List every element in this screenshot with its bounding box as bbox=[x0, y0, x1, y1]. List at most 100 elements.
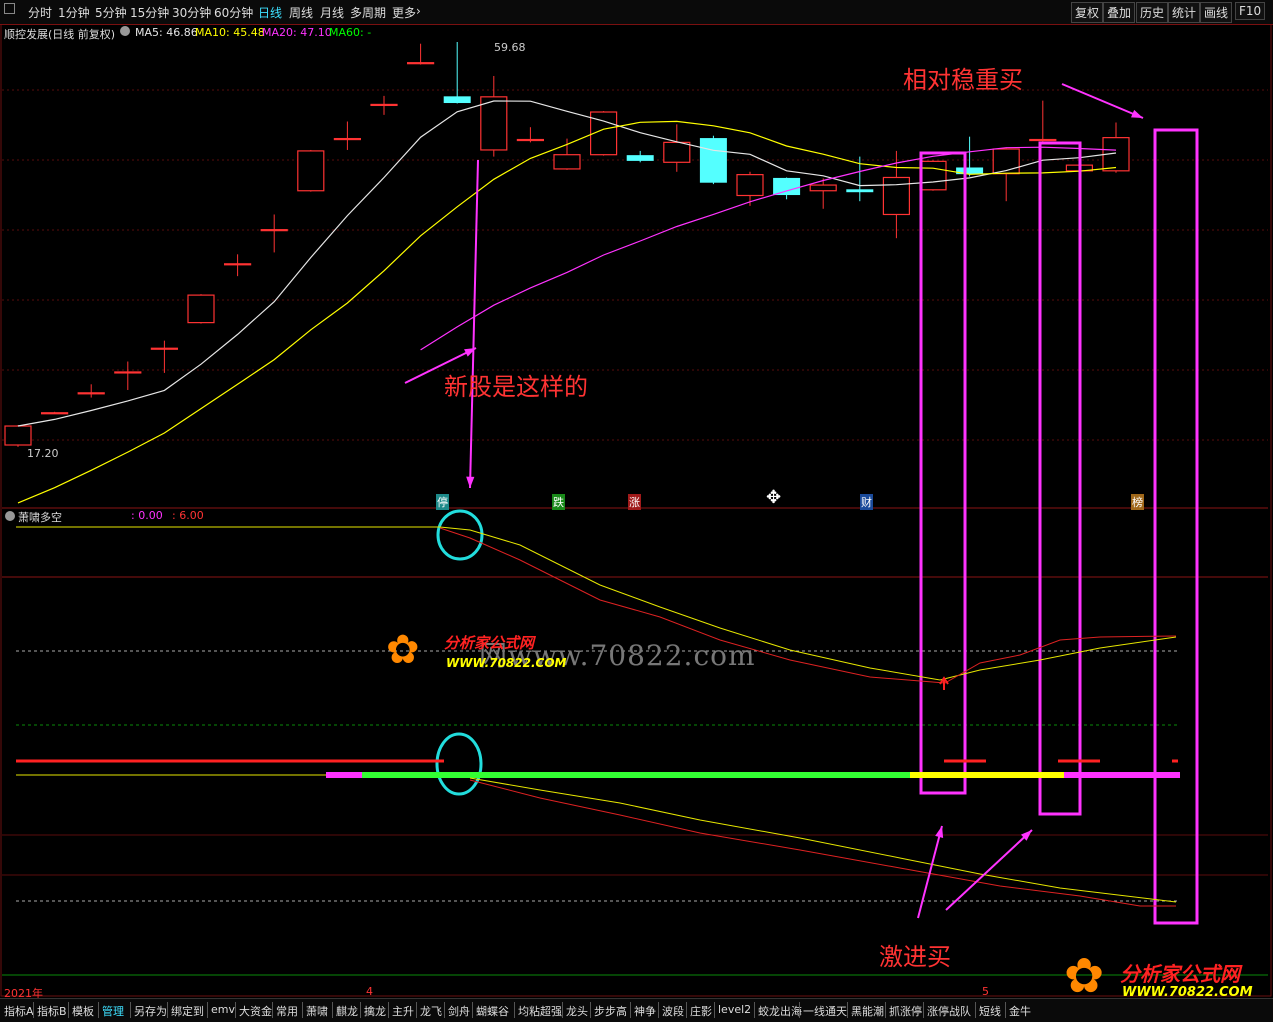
stats-button[interactable]: 统计 bbox=[1168, 2, 1201, 23]
tab-divider bbox=[416, 1002, 417, 1018]
tab-15[interactable]: 蝴蝶谷 bbox=[476, 1003, 509, 1019]
candle-body bbox=[224, 263, 252, 266]
watermark-site: 分析家公式网 bbox=[444, 634, 535, 652]
period-multi[interactable]: 多周期 bbox=[350, 4, 386, 21]
candle-body bbox=[40, 412, 69, 415]
period-more[interactable]: 更多 bbox=[392, 4, 416, 21]
period-1min[interactable]: 1分钟 bbox=[58, 4, 90, 21]
marker-rise[interactable]: 涨 bbox=[628, 494, 641, 510]
tab-21[interactable]: 庄影 bbox=[690, 1003, 712, 1019]
tab-12[interactable]: 主升 bbox=[392, 1003, 414, 1019]
period-15min[interactable]: 15分钟 bbox=[130, 4, 169, 21]
candle-body bbox=[443, 96, 471, 104]
tab-divider bbox=[975, 1002, 976, 1018]
ma20-line bbox=[420, 146, 1117, 351]
period-monthly[interactable]: 月线 bbox=[320, 4, 344, 21]
marker-fall[interactable]: 跌 bbox=[552, 494, 565, 510]
ma10-line bbox=[17, 120, 1117, 504]
tab-16[interactable]: 均粘超强 bbox=[518, 1003, 562, 1019]
tab-divider bbox=[686, 1002, 687, 1018]
candle-body bbox=[919, 160, 947, 191]
tab-19[interactable]: 神争 bbox=[634, 1003, 656, 1019]
tab-10[interactable]: 麒龙 bbox=[336, 1003, 358, 1019]
grid-icon[interactable] bbox=[4, 3, 15, 14]
tab-24[interactable]: 一线通天 bbox=[803, 1003, 847, 1019]
time-label-may: 5 bbox=[982, 985, 989, 998]
tab-29[interactable]: 金牛 bbox=[1009, 1003, 1031, 1019]
tab-5[interactable]: 绑定到 bbox=[171, 1003, 204, 1019]
tab-17[interactable]: 龙头 bbox=[566, 1003, 588, 1019]
tab-28[interactable]: 短线 bbox=[979, 1003, 1001, 1019]
indicator-settings-icon[interactable] bbox=[5, 511, 15, 521]
candle-body bbox=[333, 137, 361, 141]
highlight-circle bbox=[435, 732, 483, 796]
tab-1[interactable]: 指标B bbox=[37, 1003, 67, 1019]
tab-2[interactable]: 模板 bbox=[72, 1003, 94, 1019]
candle-body bbox=[809, 184, 837, 192]
marker-list[interactable]: 榜 bbox=[1131, 494, 1144, 510]
candle-body bbox=[1029, 138, 1057, 142]
candle-body bbox=[882, 176, 911, 216]
tab-divider bbox=[658, 1002, 659, 1018]
annotation-steady-buy: 相对稳重买 bbox=[903, 66, 1023, 94]
marker-halt[interactable]: 停 bbox=[436, 494, 449, 510]
tab-23[interactable]: 蛟龙出海 bbox=[758, 1003, 802, 1019]
history-button[interactable]: 历史 bbox=[1136, 2, 1169, 23]
candle-body bbox=[663, 141, 691, 163]
chevron-right-icon[interactable]: › bbox=[416, 4, 421, 18]
tab-25[interactable]: 黑能潮 bbox=[851, 1003, 884, 1019]
candle-body bbox=[480, 96, 508, 151]
tab-divider bbox=[98, 1002, 99, 1018]
tab-13[interactable]: 龙飞 bbox=[420, 1003, 442, 1019]
ma20-value: MA20: 47.10 bbox=[262, 26, 332, 39]
tab-11[interactable]: 擒龙 bbox=[364, 1003, 386, 1019]
candle-body bbox=[150, 347, 178, 350]
overlay-button[interactable]: 叠加 bbox=[1103, 2, 1136, 23]
tab-6[interactable]: emv bbox=[211, 1003, 235, 1016]
price-high-label: 59.68 bbox=[494, 41, 526, 54]
arrow-new-stock-down bbox=[469, 159, 479, 489]
tab-9[interactable]: 萧啸 bbox=[306, 1003, 328, 1019]
candle-body bbox=[370, 103, 398, 107]
tab-20[interactable]: 波段 bbox=[662, 1003, 684, 1019]
tab-divider bbox=[33, 1002, 34, 1018]
tab-4[interactable]: 另存为 bbox=[134, 1003, 167, 1019]
tab-14[interactable]: 剑舟 bbox=[448, 1003, 470, 1019]
candle-body bbox=[699, 138, 727, 183]
period-toolbar: 分时 1分钟 5分钟 15分钟 30分钟 60分钟 日线 周线 月线 多周期 更… bbox=[0, 0, 1273, 25]
period-daily[interactable]: 日线 bbox=[258, 4, 282, 21]
tab-8[interactable]: 常用 bbox=[276, 1003, 298, 1019]
tab-divider bbox=[590, 1002, 591, 1018]
site-logo: ✿ 分析家公式网 WWW.70822.COM bbox=[1062, 952, 1267, 1000]
period-30min[interactable]: 30分钟 bbox=[172, 4, 211, 21]
settings-circle-icon[interactable] bbox=[120, 26, 130, 36]
indicator-value-1: : 0.00 bbox=[131, 509, 163, 522]
candle-body bbox=[77, 392, 105, 395]
tab-26[interactable]: 抓涨停 bbox=[889, 1003, 922, 1019]
tab-3[interactable]: 管理 bbox=[102, 1003, 124, 1019]
f10-button[interactable]: F10 bbox=[1235, 2, 1266, 20]
marker-finance[interactable]: 财 bbox=[860, 494, 873, 510]
indicator-yellow-line bbox=[469, 777, 1177, 903]
tab-7[interactable]: 大资金 bbox=[239, 1003, 272, 1019]
indicator-name[interactable]: 萧啸多空 bbox=[18, 509, 62, 525]
period-weekly[interactable]: 周线 bbox=[289, 4, 313, 21]
candle-body bbox=[114, 371, 142, 374]
annotation-new-stock: 新股是这样的 bbox=[444, 373, 588, 401]
tab-0[interactable]: 指标A bbox=[4, 1003, 34, 1019]
ma10-value: MA10: 45.48 bbox=[195, 26, 265, 39]
period-intraday[interactable]: 分时 bbox=[28, 4, 52, 21]
rehab-button[interactable]: 复权 bbox=[1071, 2, 1104, 23]
tab-22[interactable]: level2 bbox=[718, 1003, 751, 1016]
period-5min[interactable]: 5分钟 bbox=[95, 4, 127, 21]
tab-divider bbox=[360, 1002, 361, 1018]
logo-site-name: 分析家公式网 bbox=[1120, 962, 1240, 986]
candle-body bbox=[260, 229, 288, 232]
period-60min[interactable]: 60分钟 bbox=[214, 4, 253, 21]
tab-27[interactable]: 涨停战队 bbox=[927, 1003, 971, 1019]
highlight-box bbox=[1153, 128, 1199, 925]
ma5-value: MA5: 46.86 bbox=[135, 26, 198, 39]
tab-18[interactable]: 步步高 bbox=[594, 1003, 627, 1019]
draw-button[interactable]: 画线 bbox=[1200, 2, 1233, 23]
tab-divider bbox=[885, 1002, 886, 1018]
